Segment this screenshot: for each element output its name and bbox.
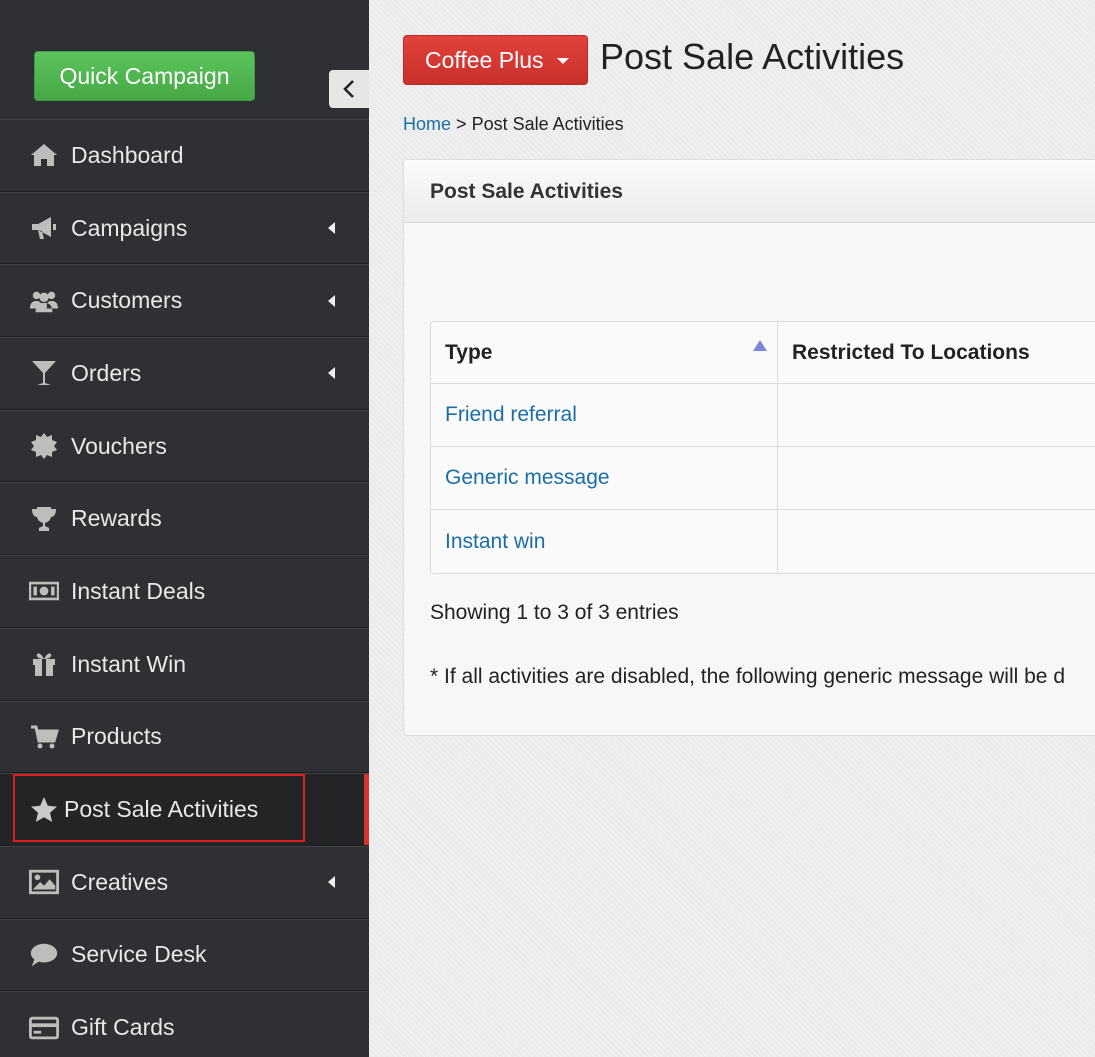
activity-link-friend-referral[interactable]: Friend referral: [445, 403, 577, 426]
sidebar-item-label: Gift Cards: [71, 1014, 175, 1041]
glass-icon: [29, 358, 59, 388]
caret-left-icon: [328, 367, 335, 380]
sidebar-item-instant-deals[interactable]: Instant Deals: [0, 555, 369, 628]
badge-icon: [29, 431, 59, 461]
credit-card-icon: [29, 1013, 59, 1043]
panel-title: Post Sale Activities: [404, 160, 1095, 223]
table-row: Friend referral: [431, 384, 1095, 447]
table-row: Instant win: [431, 510, 1095, 573]
sidebar-item-products[interactable]: Products: [0, 700, 369, 774]
sidebar-nav: Dashboard Campaigns Customers Orders Vou…: [0, 119, 369, 1057]
sidebar-item-vouchers[interactable]: Vouchers: [0, 409, 369, 483]
table-info: Showing 1 to 3 of 3 entries: [430, 601, 679, 624]
activity-link-instant-win[interactable]: Instant win: [445, 530, 545, 553]
activity-link-generic-message[interactable]: Generic message: [445, 466, 610, 489]
brand-label: Coffee Plus: [425, 47, 544, 73]
quick-campaign-button[interactable]: Quick Campaign: [34, 51, 255, 101]
sidebar-item-service-desk[interactable]: Service Desk: [0, 918, 369, 992]
table-cell: Instant win: [431, 510, 778, 573]
caret-left-icon: [328, 876, 335, 889]
gift-icon: [29, 649, 59, 679]
table-cell: [778, 510, 1095, 573]
breadcrumb-current: Post Sale Activities: [471, 114, 624, 134]
post-sale-activities-panel: Post Sale Activities Type Restricted To …: [403, 159, 1095, 736]
column-header-label: Type: [445, 340, 493, 364]
sidebar-item-label: Creatives: [71, 868, 169, 895]
table-cell: Friend referral: [431, 384, 778, 447]
sidebar-item-post-sale-activities[interactable]: Post Sale Activities: [0, 773, 369, 846]
trophy-icon: [29, 504, 59, 534]
chevron-left-icon: [343, 80, 354, 98]
sidebar-item-label: Instant Win: [71, 650, 187, 677]
disabled-activities-note: * If all activities are disabled, the fo…: [430, 665, 1065, 688]
brand-dropdown-button[interactable]: Coffee Plus: [403, 35, 588, 85]
sidebar-item-rewards[interactable]: Rewards: [0, 482, 369, 556]
sidebar-item-label: Service Desk: [71, 941, 207, 968]
column-header-restricted-to-locations[interactable]: Restricted To Locations: [778, 322, 1095, 384]
sidebar: Quick Campaign Dashboard Campaigns Custo…: [0, 0, 369, 1057]
sidebar-item-label: Rewards: [71, 505, 162, 532]
cart-icon: [29, 722, 59, 752]
sidebar-item-customers[interactable]: Customers: [0, 264, 369, 338]
table-row: Generic message: [431, 447, 1095, 510]
table-header-row: Type Restricted To Locations: [431, 322, 1095, 384]
money-icon: [29, 576, 59, 606]
sidebar-item-label: Vouchers: [71, 432, 167, 459]
picture-icon: [29, 867, 59, 897]
sidebar-item-orders[interactable]: Orders: [0, 337, 369, 410]
chat-icon: [29, 940, 59, 970]
caret-left-icon: [328, 294, 335, 307]
megaphone-icon: [29, 213, 59, 243]
home-icon: [29, 140, 59, 170]
sidebar-item-creatives[interactable]: Creatives: [0, 845, 369, 919]
table-cell: [778, 384, 1095, 447]
sidebar-item-label: Campaigns: [71, 214, 188, 241]
table-cell: Generic message: [431, 447, 778, 510]
table-cell: [778, 447, 1095, 510]
sidebar-item-campaigns[interactable]: Campaigns: [0, 191, 369, 265]
breadcrumb-separator: >: [456, 114, 467, 134]
sort-ascending-icon: [753, 340, 767, 351]
sidebar-item-label: Customers: [71, 287, 183, 314]
users-icon: [29, 286, 59, 316]
sidebar-item-label: Dashboard: [71, 141, 184, 168]
sidebar-item-label: Instant Deals: [71, 577, 206, 604]
sidebar-item-label: Orders: [71, 359, 142, 386]
caret-down-icon: [557, 58, 569, 64]
activities-table: Type Restricted To Locations Friend refe…: [430, 321, 1095, 574]
breadcrumb: Home > Post Sale Activities: [403, 114, 624, 135]
column-header-type[interactable]: Type: [431, 322, 778, 384]
page-title: Post Sale Activities: [600, 36, 905, 77]
caret-left-icon: [328, 222, 335, 235]
sidebar-item-label: Products: [71, 723, 162, 750]
collapse-sidebar-button[interactable]: [329, 70, 369, 108]
star-icon: [29, 795, 59, 825]
sidebar-item-label: Post Sale Activities: [64, 796, 259, 823]
sidebar-item-instant-win[interactable]: Instant Win: [0, 627, 369, 701]
breadcrumb-home-link[interactable]: Home: [403, 114, 451, 134]
sidebar-item-gift-cards[interactable]: Gift Cards: [0, 991, 369, 1057]
sidebar-item-dashboard[interactable]: Dashboard: [0, 119, 369, 192]
